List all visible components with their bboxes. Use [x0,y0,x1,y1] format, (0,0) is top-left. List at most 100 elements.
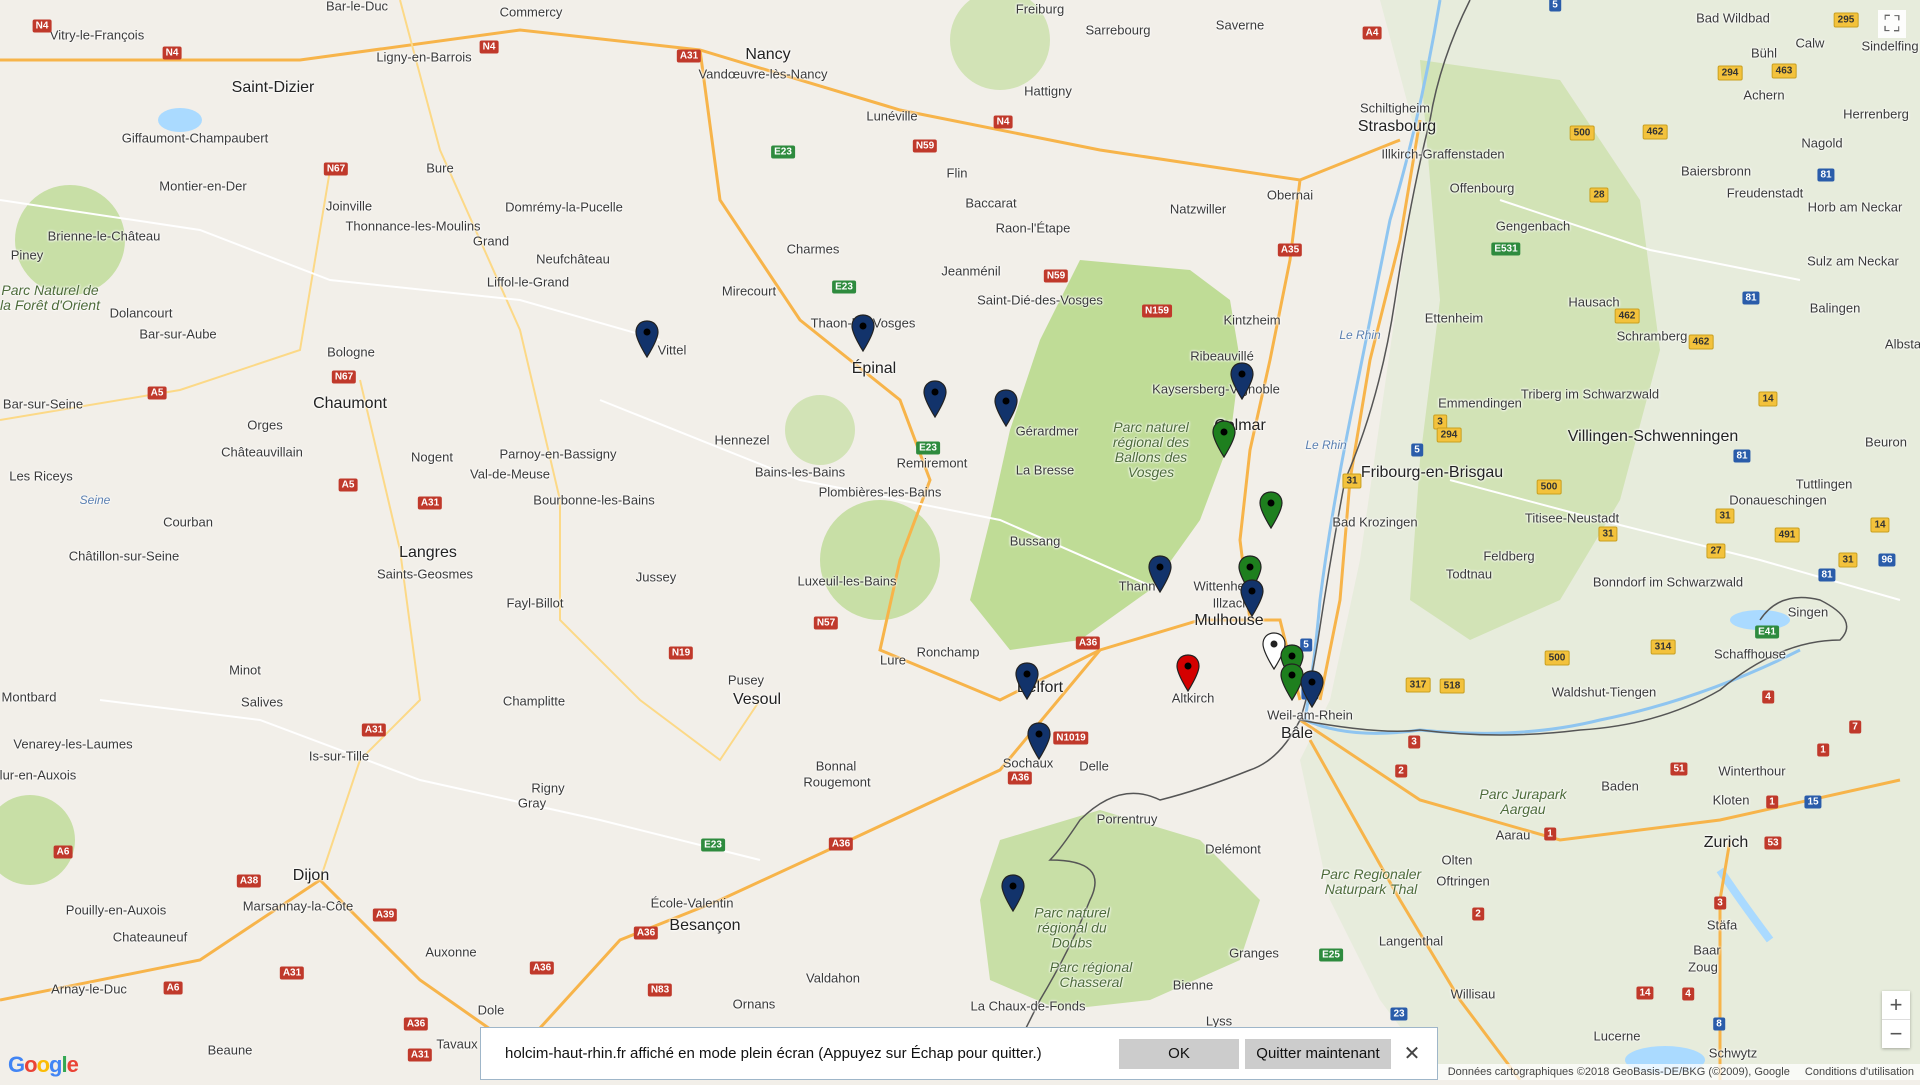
place-label: La Chaux-de-Fonds [970,998,1086,1014]
zoom-out-button[interactable]: − [1882,1020,1910,1048]
fullscreen-toggle-button[interactable]: ⛶ [1878,10,1906,38]
ok-button[interactable]: OK [1119,1038,1239,1069]
fullscreen-notification: holcim-haut-rhin.fr affiché en mode plei… [480,1027,1438,1080]
road-shield: N67 [323,162,349,176]
place-label: Porrentruy [1096,811,1158,827]
map-background [0,0,1920,1081]
map-pin-icon[interactable] [1259,491,1283,529]
road-shield: A6 [53,845,73,859]
place-label: Brienne-le-Château [47,228,161,244]
place-label: Vitry-le-François [49,27,145,43]
place-label: Hausach [1568,294,1620,310]
map-canvas[interactable]: Bar-le-Duc Commercy Freiburg Sarrebourg Save… [0,0,1920,1081]
place-label: Bar-sur-Aube [139,326,217,342]
place-label: Montier-en-Der [159,178,247,194]
map-pin-icon[interactable] [1230,362,1254,400]
place-label: Zoug [1688,959,1718,975]
place-label: Is-sur-Tille [308,748,370,764]
place-label: Pouilly-en-Auxois [65,902,167,918]
place-label: Baar [1693,942,1721,958]
place-label: Montbard [1,689,57,705]
road-shield: E41 [1755,625,1779,639]
road-shield: 2 [1472,907,1484,921]
fullscreen-message: holcim-haut-rhin.fr affiché en mode plei… [505,1045,1042,1062]
map-pin-icon[interactable] [1015,662,1039,700]
place-label: Dole [477,1002,505,1018]
map-pin-icon[interactable] [1212,420,1236,458]
place-label: Châteauvillain [221,444,303,460]
map-pin-icon[interactable] [1300,670,1324,708]
place-label: Saverne [1215,17,1265,33]
google-logo: Google [8,1052,79,1077]
road-shield: 31 [1342,473,1362,489]
road-shield: E23 [701,838,725,852]
place-label: Marsannay-la-Côte [242,898,354,914]
place-label: Willisau [1450,986,1496,1002]
place-label: Olten [1441,852,1473,868]
close-icon[interactable]: ✕ [1397,1041,1427,1066]
road-shield: A39 [372,908,398,922]
road-shield: A31 [361,723,387,737]
road-shield: A36 [1007,771,1033,785]
place-label: Champlitte [502,693,566,709]
place-label: Mirecourt [721,283,777,299]
place-label: Les Riceys [9,468,73,484]
place-label: Tavaux [436,1036,478,1052]
road-shield: N4 [479,40,499,54]
place-label: Baccarat [965,195,1017,211]
map-pin-icon[interactable] [923,380,947,418]
road-shield: A31 [407,1048,433,1062]
place-label: Gray [517,795,547,811]
map-pin-icon[interactable] [851,314,875,352]
place-label: Flur-en-Auxois [0,767,77,783]
road-shield: 4 [1682,987,1694,1001]
place-label: Bussang [1009,533,1061,549]
river-label: Seine [79,493,111,507]
place-label: Achern [1743,87,1785,103]
place-label: Beuron [1865,434,1907,450]
park-label: Parc naturel régional du Doubs [1034,904,1110,951]
place-label: Plombières-les-Bains [818,484,942,500]
place-label: Aarau [1495,827,1531,843]
place-label: Feldberg [1483,548,1535,564]
river-label: Le Rhin [1339,328,1381,342]
quit-now-button[interactable]: Quitter maintenant [1245,1038,1391,1069]
map-pin-icon[interactable] [1176,654,1200,692]
map-pin-icon[interactable] [994,389,1018,427]
map-pin-icon[interactable] [1240,579,1264,617]
place-label: Weil-am-Rhein [1267,707,1353,723]
road-shield: 81 [1818,568,1836,582]
place-label: Natzwiller [1169,201,1227,217]
road-shield: 5 [1411,443,1423,457]
place-label: Bar-le-Duc [325,0,389,14]
place-label: École-Valentin [650,895,734,911]
place-label: Châtillon-sur-Seine [68,548,180,564]
place-label: Bourbonne-les-Bains [533,492,655,508]
place-label: Schaffhouse [1713,646,1787,662]
road-shield: 7 [1849,720,1861,734]
place-label: Bonndorf im Schwarzwald [1592,574,1744,590]
place-label: Remiremont [896,455,968,471]
place-label: Langres [399,544,457,561]
map-pin-icon[interactable] [1027,722,1051,760]
map-pin-icon[interactable] [1148,555,1172,593]
place-label: Singen [1787,604,1829,620]
road-shield: 27 [1706,543,1726,559]
road-shield: 462 [1688,334,1714,350]
road-shield: 14 [1636,986,1654,1000]
road-shield: N57 [813,616,839,630]
place-label: Delémont [1205,841,1261,857]
terms-link[interactable]: Conditions d'utilisation [1805,1066,1914,1078]
map-pin-icon[interactable] [635,320,659,358]
zoom-in-button[interactable]: + [1882,991,1910,1019]
map-pin-icon[interactable] [1001,874,1025,912]
road-shield: 462 [1614,308,1640,324]
road-shield: 14 [1758,391,1778,407]
place-label: Kloten [1712,792,1750,808]
road-shield: 1 [1544,827,1556,841]
place-label: Luxeuil-les-Bains [797,573,897,589]
place-label: Delle [1079,758,1109,774]
road-shield: A31 [417,496,443,510]
park-label: Parc Jurapark Aargau [1479,786,1567,817]
road-shield: 31 [1598,526,1618,542]
